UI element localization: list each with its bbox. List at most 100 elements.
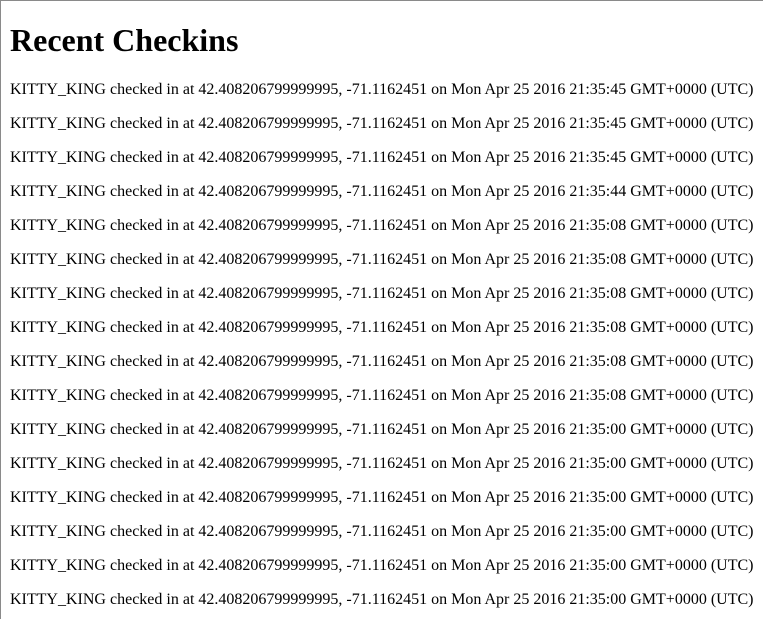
coordinate-separator: , (338, 115, 343, 132)
checkin-on: on (431, 319, 448, 336)
checkin-verb: checked in at (109, 489, 195, 506)
checkin-timestamp: Mon Apr 25 2016 21:35:00 GMT+0000 (UTC) (451, 591, 754, 608)
checkin-latitude: 42.408206799999995 (198, 591, 339, 608)
checkin-timestamp: Mon Apr 25 2016 21:35:08 GMT+0000 (UTC) (451, 319, 754, 336)
checkin-user: KITTY_KING (10, 591, 106, 608)
checkin-longitude: -71.1162451 (346, 353, 428, 370)
checkin-latitude: 42.408206799999995 (198, 387, 339, 404)
checkin-verb: checked in at (109, 421, 195, 438)
checkin-latitude: 42.408206799999995 (198, 319, 339, 336)
checkin-verb: checked in at (109, 183, 195, 200)
checkin-longitude: -71.1162451 (346, 591, 428, 608)
coordinate-separator: , (338, 489, 343, 506)
checkin-verb: checked in at (109, 387, 195, 404)
checkin-item: KITTY_KING checked in at 42.408206799999… (10, 216, 753, 250)
checkin-longitude: -71.1162451 (346, 217, 428, 234)
checkin-item: KITTY_KING checked in at 42.408206799999… (10, 420, 753, 454)
checkin-verb: checked in at (109, 523, 195, 540)
checkin-item: KITTY_KING checked in at 42.408206799999… (10, 352, 753, 386)
checkin-verb: checked in at (109, 115, 195, 132)
checkin-latitude: 42.408206799999995 (198, 455, 339, 472)
checkin-item: KITTY_KING checked in at 42.408206799999… (10, 556, 753, 590)
checkin-longitude: -71.1162451 (346, 421, 428, 438)
checkin-longitude: -71.1162451 (346, 251, 428, 268)
checkin-item: KITTY_KING checked in at 42.408206799999… (10, 590, 753, 619)
checkin-on: on (431, 353, 448, 370)
browser-viewport: Recent Checkins KITTY_KING checked in at… (0, 0, 763, 619)
checkin-user: KITTY_KING (10, 149, 106, 166)
checkin-item: KITTY_KING checked in at 42.408206799999… (10, 454, 753, 488)
checkin-on: on (431, 557, 448, 574)
checkin-user: KITTY_KING (10, 217, 106, 234)
checkin-user: KITTY_KING (10, 353, 106, 370)
checkin-verb: checked in at (109, 455, 195, 472)
checkin-item: KITTY_KING checked in at 42.408206799999… (10, 250, 753, 284)
checkin-verb: checked in at (109, 251, 195, 268)
checkin-timestamp: Mon Apr 25 2016 21:35:45 GMT+0000 (UTC) (451, 115, 754, 132)
checkin-longitude: -71.1162451 (346, 115, 428, 132)
checkin-verb: checked in at (109, 319, 195, 336)
checkin-longitude: -71.1162451 (346, 149, 428, 166)
checkin-item: KITTY_KING checked in at 42.408206799999… (10, 148, 753, 182)
checkin-user: KITTY_KING (10, 319, 106, 336)
checkin-on: on (431, 115, 448, 132)
coordinate-separator: , (338, 183, 343, 200)
checkin-user: KITTY_KING (10, 81, 106, 98)
checkin-verb: checked in at (109, 149, 195, 166)
checkin-on: on (431, 523, 448, 540)
checkin-timestamp: Mon Apr 25 2016 21:35:00 GMT+0000 (UTC) (451, 455, 754, 472)
coordinate-separator: , (338, 285, 343, 302)
checkin-latitude: 42.408206799999995 (198, 251, 339, 268)
checkin-item: KITTY_KING checked in at 42.408206799999… (10, 386, 753, 420)
coordinate-separator: , (338, 591, 343, 608)
coordinate-separator: , (338, 149, 343, 166)
coordinate-separator: , (338, 455, 343, 472)
checkin-longitude: -71.1162451 (346, 523, 428, 540)
checkin-on: on (431, 591, 448, 608)
checkin-timestamp: Mon Apr 25 2016 21:35:08 GMT+0000 (UTC) (451, 353, 754, 370)
coordinate-separator: , (338, 557, 343, 574)
checkin-longitude: -71.1162451 (346, 319, 428, 336)
checkin-longitude: -71.1162451 (346, 489, 428, 506)
checkin-timestamp: Mon Apr 25 2016 21:35:00 GMT+0000 (UTC) (451, 557, 754, 574)
checkin-longitude: -71.1162451 (346, 183, 428, 200)
checkin-verb: checked in at (109, 285, 195, 302)
checkin-latitude: 42.408206799999995 (198, 557, 339, 574)
checkin-longitude: -71.1162451 (346, 285, 428, 302)
checkin-latitude: 42.408206799999995 (198, 489, 339, 506)
page-title: Recent Checkins (10, 22, 239, 58)
checkin-item: KITTY_KING checked in at 42.408206799999… (10, 114, 753, 148)
checkin-item: KITTY_KING checked in at 42.408206799999… (10, 182, 753, 216)
checkin-latitude: 42.408206799999995 (198, 217, 339, 234)
checkin-timestamp: Mon Apr 25 2016 21:35:00 GMT+0000 (UTC) (451, 523, 754, 540)
checkin-longitude: -71.1162451 (346, 557, 428, 574)
checkin-latitude: 42.408206799999995 (198, 523, 339, 540)
checkin-user: KITTY_KING (10, 115, 106, 132)
checkin-verb: checked in at (109, 591, 195, 608)
checkin-timestamp: Mon Apr 25 2016 21:35:08 GMT+0000 (UTC) (451, 251, 754, 268)
coordinate-separator: , (338, 387, 343, 404)
coordinate-separator: , (338, 523, 343, 540)
checkin-timestamp: Mon Apr 25 2016 21:35:44 GMT+0000 (UTC) (451, 183, 754, 200)
checkin-user: KITTY_KING (10, 421, 106, 438)
checkin-on: on (431, 81, 448, 98)
checkin-list: KITTY_KING checked in at 42.408206799999… (10, 80, 753, 619)
checkin-latitude: 42.408206799999995 (198, 81, 339, 98)
checkin-on: on (431, 251, 448, 268)
checkin-user: KITTY_KING (10, 251, 106, 268)
checkin-longitude: -71.1162451 (346, 81, 428, 98)
checkin-longitude: -71.1162451 (346, 387, 428, 404)
coordinate-separator: , (338, 319, 343, 336)
checkin-item: KITTY_KING checked in at 42.408206799999… (10, 318, 753, 352)
coordinate-separator: , (338, 251, 343, 268)
checkin-item: KITTY_KING checked in at 42.408206799999… (10, 80, 753, 114)
checkin-user: KITTY_KING (10, 183, 106, 200)
checkin-item: KITTY_KING checked in at 42.408206799999… (10, 284, 753, 318)
checkin-on: on (431, 387, 448, 404)
checkin-timestamp: Mon Apr 25 2016 21:35:08 GMT+0000 (UTC) (451, 285, 754, 302)
checkin-user: KITTY_KING (10, 455, 106, 472)
checkin-longitude: -71.1162451 (346, 455, 428, 472)
checkin-user: KITTY_KING (10, 523, 106, 540)
coordinate-separator: , (338, 81, 343, 98)
checkin-timestamp: Mon Apr 25 2016 21:35:45 GMT+0000 (UTC) (451, 81, 754, 98)
